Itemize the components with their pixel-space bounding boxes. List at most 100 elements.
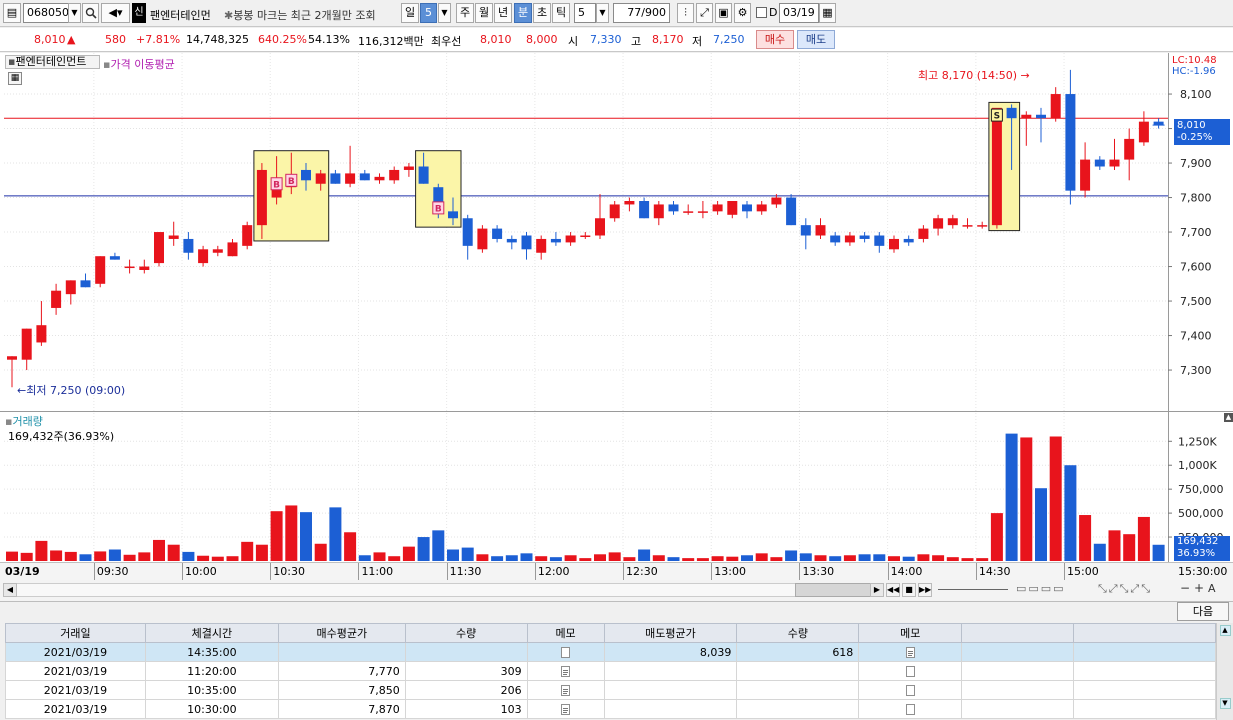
search-icon[interactable] (82, 3, 99, 23)
candle-body (315, 173, 326, 184)
trade-amount: 116,312백만 (358, 35, 424, 48)
memo-empty-icon[interactable] (905, 666, 915, 677)
col-sell-qty[interactable]: 수량 (736, 623, 860, 643)
buy-button[interactable]: 매수 (756, 30, 794, 49)
date-input[interactable]: 03/19 (779, 3, 819, 23)
memo-note-icon[interactable] (905, 647, 915, 658)
period-week-button[interactable]: 주 (456, 3, 474, 23)
count-field[interactable]: 77/900 (613, 3, 670, 23)
table-row[interactable]: 2021/03/19 10:30:00 7,870 103 (5, 699, 1216, 719)
candle-body (477, 228, 488, 250)
col-sell-memo[interactable]: 메모 (858, 623, 963, 643)
period-second-button[interactable]: 초 (533, 3, 551, 23)
memo-empty-icon[interactable] (905, 685, 915, 696)
col-exec-time[interactable]: 체결시간 (144, 623, 279, 643)
col-trade-date[interactable]: 거래일 (5, 623, 146, 643)
memo-empty-icon[interactable] (905, 704, 915, 715)
collapse-icon[interactable]: ▲ (1224, 413, 1233, 422)
price-tick-label: 7,400 (1180, 330, 1212, 343)
table-scrollbar[interactable]: ▲ ▼ (1216, 623, 1233, 720)
sell-button[interactable]: 매도 (797, 30, 835, 49)
rewind-icon[interactable]: ◀◀ (886, 583, 900, 597)
speaker-icon[interactable]: ◀▾ (101, 3, 130, 23)
volume-bar (211, 556, 224, 561)
candle-type-icon[interactable]: ⫶ (677, 3, 694, 23)
time-tick-label: 10:30 (270, 563, 305, 581)
zoom-out-icon[interactable]: − (1180, 581, 1190, 595)
volume-bar (932, 555, 945, 561)
period-minute-button[interactable]: 분 (514, 3, 532, 23)
fast-forward-icon[interactable]: ▶▶ (918, 583, 932, 597)
scroll-left-icon[interactable]: ◀ (3, 583, 17, 597)
change-value: 580 (105, 33, 126, 46)
table-row[interactable]: 2021/03/19 10:35:00 7,850 206 (5, 680, 1216, 700)
scroll-right-icon[interactable]: ▶ (870, 583, 884, 597)
volume-bar (1093, 543, 1106, 561)
volume-bar (138, 552, 151, 561)
candle-body (521, 235, 532, 250)
font-size-icon[interactable]: A (1208, 582, 1216, 595)
gear-icon[interactable]: ⚙ (734, 3, 751, 23)
save-icon[interactable]: ▣ (715, 3, 732, 23)
scroll-thumb[interactable] (795, 583, 873, 597)
period-value[interactable]: 5 (420, 3, 437, 23)
minute-dropdown-icon[interactable]: ▼ (596, 3, 609, 23)
volume-bar (241, 541, 254, 561)
candle-body (330, 173, 341, 184)
next-button[interactable]: 다음 (1177, 602, 1229, 621)
chart-tool-icon[interactable]: ⤢ (696, 3, 713, 23)
volume-bar (1108, 530, 1121, 561)
memo-note-icon[interactable] (561, 666, 571, 677)
period-day-button[interactable]: 일 (401, 3, 419, 23)
chart-menu-icon[interactable]: ▤ (3, 3, 21, 23)
open-price: 7,330 (590, 33, 622, 46)
bongbong-note: ✱봉봉 마크는 최근 2개월만 조회 (224, 9, 376, 22)
period-year-button[interactable]: 년 (494, 3, 512, 23)
volume-bar (888, 556, 900, 561)
d-checkbox[interactable] (756, 7, 767, 18)
table-row[interactable]: 2021/03/19 14:35:00 8,039 618 (5, 642, 1216, 662)
period-dropdown-icon[interactable]: ▼ (438, 3, 451, 23)
candle-body (991, 107, 1002, 226)
volume-bar (373, 552, 386, 561)
table-toggle-icon[interactable]: ▦ (8, 72, 22, 85)
sell-marker: S (990, 108, 1003, 122)
marker-label: B (435, 204, 442, 214)
stock-code-input[interactable]: 068050 (23, 3, 69, 23)
memo-note-icon[interactable] (561, 685, 571, 696)
candle-body (462, 218, 473, 246)
stock-tag[interactable]: ▪팬엔터테인먼트 (5, 55, 100, 69)
high-annotation: 최고 8,170 (14:50) → (918, 69, 1030, 82)
minute-input[interactable]: 5 (574, 3, 596, 23)
candle-body (448, 211, 458, 219)
memo-empty-icon[interactable] (561, 647, 571, 658)
best-bid: 8,000 (526, 33, 558, 46)
candle-body (227, 242, 238, 257)
zoom-in-icon[interactable]: + (1194, 581, 1204, 595)
period-month-button[interactable]: 월 (475, 3, 493, 23)
stock-code-dropdown-icon[interactable]: ▼ (68, 3, 81, 23)
candle-body (962, 225, 973, 227)
zoom-slider[interactable] (938, 589, 1008, 590)
candle-body (139, 266, 150, 270)
stop-icon[interactable]: ■ (902, 583, 916, 597)
time-tick-label: 12:30 (623, 563, 658, 581)
ma-legend[interactable]: ▪가격 이동평균 (103, 56, 175, 72)
calendar-icon[interactable]: ▦ (819, 3, 836, 23)
memo-note-icon[interactable] (561, 704, 571, 715)
drawing-tool-icons[interactable]: ⤡⤢⤡⤢⤡ (1098, 582, 1178, 598)
candle-body (183, 238, 194, 253)
scroll-down-icon[interactable]: ▼ (1219, 698, 1231, 709)
scroll-track[interactable] (17, 583, 795, 597)
table-row[interactable]: 2021/03/19 11:20:00 7,770 309 (5, 661, 1216, 681)
col-buy-avg[interactable]: 매수평균가 (277, 623, 406, 643)
candle-body (51, 290, 62, 308)
col-sell-avg[interactable]: 매도평균가 (603, 623, 738, 643)
candlestick-chart[interactable]: 8,1008,0007,9007,8007,7007,6007,5007,400… (0, 53, 1233, 580)
col-buy-memo[interactable]: 메모 (526, 623, 605, 643)
scroll-up-icon[interactable]: ▲ (1219, 625, 1231, 636)
layout-icons[interactable]: ▭▭▭▭ (1016, 582, 1092, 598)
col-buy-qty[interactable]: 수량 (404, 623, 528, 643)
period-tick-button[interactable]: 틱 (552, 3, 570, 23)
volume-bar (1152, 544, 1165, 561)
